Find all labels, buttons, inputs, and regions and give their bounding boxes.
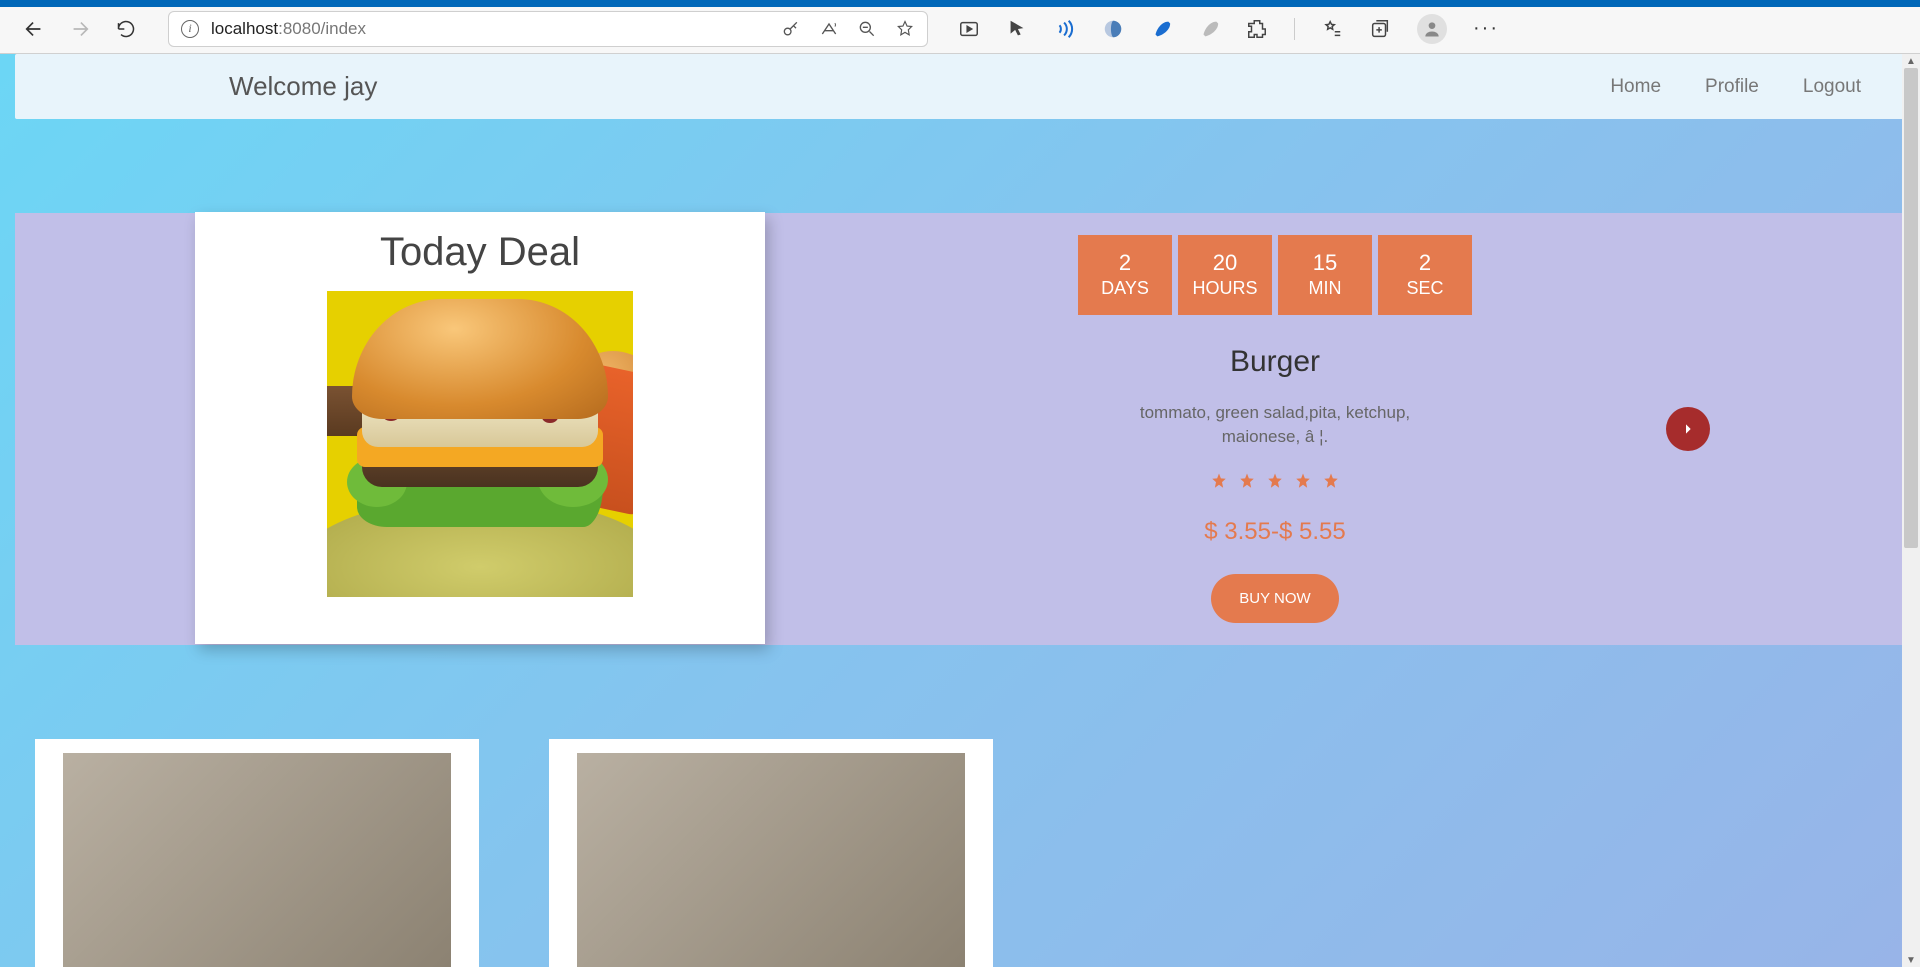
countdown-days: 2 DAYS: [1078, 235, 1172, 315]
countdown-days-label: DAYS: [1101, 278, 1149, 299]
welcome-text: Welcome jay: [229, 71, 377, 102]
nav-profile[interactable]: Profile: [1705, 76, 1759, 98]
profile-avatar[interactable]: [1417, 14, 1447, 44]
nav-links: Home Profile Logout: [1610, 76, 1861, 98]
back-button[interactable]: [20, 15, 48, 43]
bottom-cards: [15, 739, 1905, 967]
nav-logout[interactable]: Logout: [1803, 76, 1861, 98]
feather-grey-icon[interactable]: [1198, 18, 1220, 40]
countdown-min-label: MIN: [1309, 278, 1342, 299]
deal-description: tommato, green salad,pita, ketchup, maio…: [1135, 401, 1415, 449]
toolbar-separator: [1294, 18, 1295, 40]
countdown-hours-label: HOURS: [1192, 278, 1257, 299]
extensions-icon[interactable]: [1246, 18, 1268, 40]
forward-button[interactable]: [66, 15, 94, 43]
site-info-icon[interactable]: i: [181, 20, 199, 38]
countdown-sec: 2 SEC: [1378, 235, 1472, 315]
countdown-min-value: 15: [1313, 250, 1337, 276]
deal-item-name: Burger: [1230, 345, 1320, 379]
countdown: 2 DAYS 20 HOURS 15 MIN 2 SEC: [1078, 235, 1472, 315]
countdown-sec-value: 2: [1419, 250, 1431, 276]
buy-now-button[interactable]: BUY NOW: [1211, 574, 1338, 623]
countdown-min: 15 MIN: [1278, 235, 1372, 315]
deal-image: [327, 291, 633, 597]
star-icon: [1238, 472, 1256, 490]
media-icon[interactable]: [958, 18, 980, 40]
deal-price: $ 3.55-$ 5.55: [1204, 518, 1345, 546]
carousel-next-button[interactable]: [1666, 407, 1710, 451]
favorites-list-icon[interactable]: [1321, 18, 1343, 40]
deal-title: Today Deal: [380, 230, 580, 275]
more-menu-button[interactable]: ···: [1473, 17, 1499, 40]
cursor-icon[interactable]: [1006, 18, 1028, 40]
browser-toolbar: i localhost:8080/index ···: [0, 0, 1920, 54]
star-icon: [1266, 472, 1284, 490]
card-item[interactable]: [35, 739, 479, 967]
nav-home[interactable]: Home: [1610, 76, 1661, 98]
page-viewport: Welcome jay Home Profile Logout Today De…: [0, 54, 1920, 967]
chevron-right-icon: [1680, 421, 1696, 437]
scroll-thumb[interactable]: [1904, 68, 1918, 548]
star-icon: [1294, 472, 1312, 490]
card-item[interactable]: [549, 739, 993, 967]
countdown-hours: 20 HOURS: [1178, 235, 1272, 315]
card-image: [63, 753, 451, 967]
deal-card: Today Deal: [195, 212, 765, 644]
scroll-up-arrow[interactable]: ▲: [1902, 54, 1920, 68]
rating-stars: [1210, 472, 1340, 490]
countdown-days-value: 2: [1119, 250, 1131, 276]
sound-icon[interactable]: [1054, 18, 1076, 40]
feather-icon[interactable]: [1150, 18, 1172, 40]
refresh-button[interactable]: [112, 15, 140, 43]
nav-controls: [20, 15, 140, 43]
star-icon: [1322, 472, 1340, 490]
favorite-icon[interactable]: [895, 19, 915, 39]
url-bar-actions: [781, 19, 915, 39]
address-bar[interactable]: i localhost:8080/index: [168, 11, 928, 47]
star-icon: [1210, 472, 1228, 490]
read-aloud-icon[interactable]: [819, 19, 839, 39]
globe-icon[interactable]: [1102, 18, 1124, 40]
vertical-scrollbar[interactable]: ▲ ▼: [1902, 54, 1920, 967]
countdown-sec-label: SEC: [1406, 278, 1443, 299]
collections-icon[interactable]: [1369, 18, 1391, 40]
key-icon[interactable]: [781, 19, 801, 39]
zoom-out-icon[interactable]: [857, 19, 877, 39]
url-text: localhost:8080/index: [211, 19, 366, 39]
card-image: [577, 753, 965, 967]
toolbar-extensions: ···: [958, 14, 1499, 44]
site-navbar: Welcome jay Home Profile Logout: [15, 54, 1905, 119]
deal-details: 2 DAYS 20 HOURS 15 MIN 2 SEC: [825, 235, 1725, 624]
countdown-hours-value: 20: [1213, 250, 1237, 276]
scroll-down-arrow[interactable]: ▼: [1902, 953, 1920, 967]
deal-section: Today Deal 2: [15, 213, 1905, 645]
